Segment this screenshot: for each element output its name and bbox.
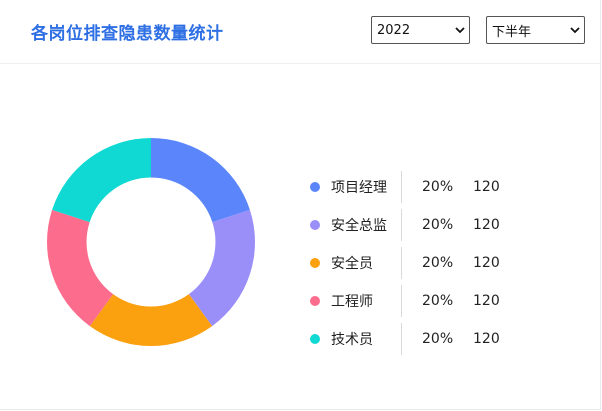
legend-color-dot [310, 334, 320, 344]
legend-count: 120 [473, 255, 500, 271]
legend-label: 安全总监 [331, 218, 387, 234]
donut-chart [47, 138, 256, 347]
legend-item[interactable]: 项目经理 20% 120 [310, 171, 570, 203]
legend-color-dot [310, 220, 320, 230]
donut-slice-1[interactable] [151, 138, 250, 223]
legend-item[interactable]: 工程师 20% 120 [310, 285, 570, 317]
legend-divider [401, 247, 402, 279]
legend-color-dot [310, 296, 320, 306]
legend-percent: 20% [422, 293, 454, 309]
legend-divider [401, 171, 402, 203]
legend-item[interactable]: 安全员 20% 120 [310, 247, 570, 279]
legend-count: 120 [473, 331, 500, 347]
legend-percent: 20% [422, 217, 454, 233]
legend-count: 120 [473, 179, 500, 195]
legend-item[interactable]: 技术员 20% 120 [310, 323, 570, 355]
legend-divider [401, 209, 402, 241]
legend-label: 技术员 [331, 332, 373, 348]
legend-percent: 20% [422, 179, 454, 195]
legend-count: 120 [473, 217, 500, 233]
legend-label: 项目经理 [331, 180, 387, 196]
legend-divider [401, 323, 402, 355]
legend-item[interactable]: 安全总监 20% 120 [310, 209, 570, 241]
legend-percent: 20% [422, 255, 454, 271]
legend-color-dot [310, 258, 320, 268]
legend-label: 工程师 [331, 294, 373, 310]
legend-label: 安全员 [331, 256, 373, 272]
legend-divider [401, 285, 402, 317]
legend-color-dot [310, 182, 320, 192]
legend-percent: 20% [422, 331, 454, 347]
donut-slice-5[interactable] [52, 138, 152, 223]
donut-slice-3[interactable] [89, 294, 213, 347]
legend-count: 120 [473, 293, 500, 309]
